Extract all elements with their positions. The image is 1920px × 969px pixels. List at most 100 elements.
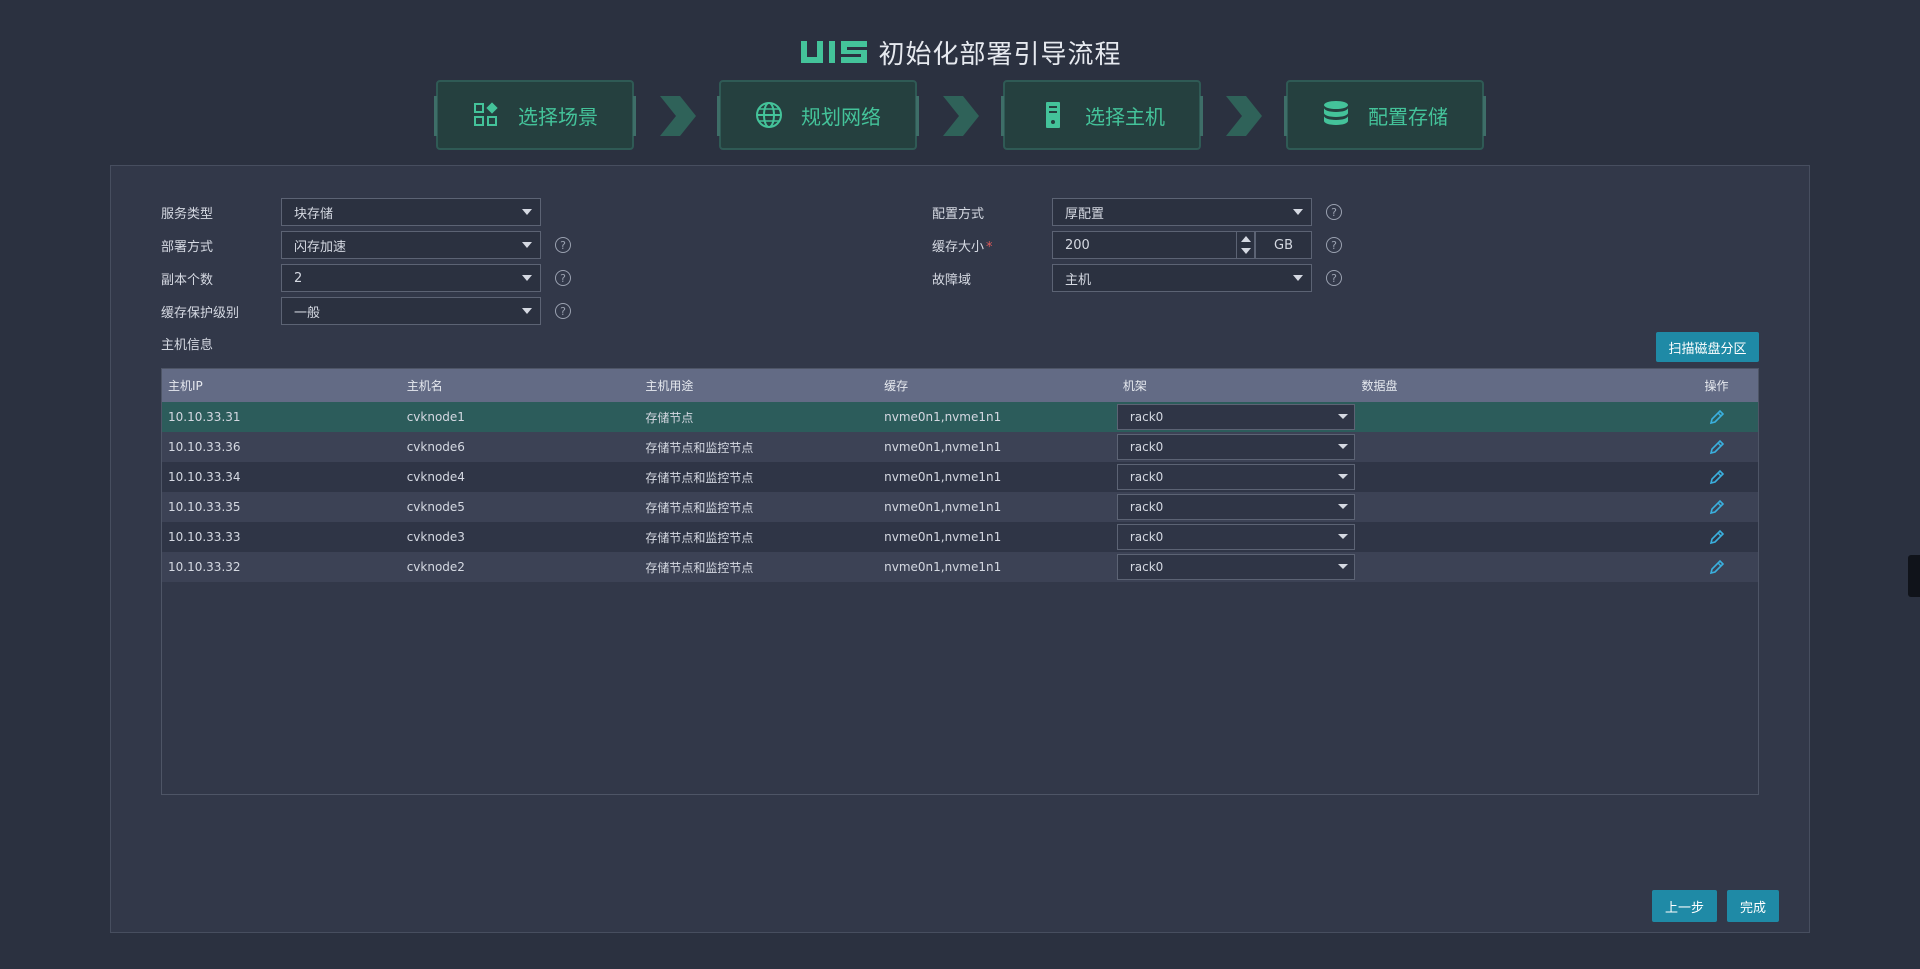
table-row[interactable]: 10.10.33.34 cvknode4 存储节点和监控节点 nvme0n1,n… xyxy=(162,462,1758,492)
host-ip: 10.10.33.31 xyxy=(168,410,241,424)
fault-domain-label: 故障域 xyxy=(932,272,972,288)
replica-count-value: 2 xyxy=(294,270,303,286)
config-mode-select[interactable]: 厚配置 xyxy=(1052,198,1312,226)
column-header: 主机用途 xyxy=(645,379,694,393)
deploy-mode-select[interactable]: 闪存加速 xyxy=(281,231,541,259)
chevron-down-icon xyxy=(1293,275,1303,281)
host-name: cvknode1 xyxy=(406,410,465,424)
rack-select[interactable]: rack0 xyxy=(1116,404,1355,430)
edit-icon[interactable] xyxy=(1708,468,1726,486)
cache-size-stepper[interactable] xyxy=(1236,232,1254,258)
host-cache: nvme0n1,nvme1n1 xyxy=(884,470,1002,484)
cache-protect-label: 缓存保护级别 xyxy=(161,305,240,321)
help-icon[interactable]: ? xyxy=(1326,270,1342,286)
rack-select[interactable]: rack0 xyxy=(1116,524,1355,550)
chevron-down-icon xyxy=(522,242,532,248)
cache-protect-value: 一般 xyxy=(294,305,321,321)
host-name: cvknode4 xyxy=(406,470,465,484)
fault-domain-select[interactable]: 主机 xyxy=(1052,264,1312,292)
chevron-down-icon xyxy=(1337,414,1348,419)
step-arrow-icon xyxy=(1226,96,1262,136)
rack-select[interactable]: rack0 xyxy=(1116,554,1355,580)
host-cache: nvme0n1,nvme1n1 xyxy=(884,500,1002,514)
scene-icon xyxy=(472,101,500,129)
host-table: 主机IP 主机名 主机用途 缓存 机架 数据盘 操作 10.10.33.31 c… xyxy=(161,368,1759,795)
rack-value: rack0 xyxy=(1129,440,1164,454)
config-mode-row: 配置方式 厚配置 ? xyxy=(932,198,1342,226)
cache-size-input[interactable]: 200 xyxy=(1052,231,1255,259)
edit-icon[interactable] xyxy=(1708,528,1726,546)
service-type-row: 服务类型 块存储 xyxy=(161,198,541,226)
cache-size-label-text: 缓存大小 xyxy=(932,239,985,255)
rack-select[interactable]: rack0 xyxy=(1116,494,1355,520)
config-panel: 服务类型 块存储 部署方式 闪存加速 ? 副本个数 2 ? 缓存保护级别 一般 … xyxy=(110,165,1810,933)
column-header: 缓存 xyxy=(884,379,909,393)
edit-icon[interactable] xyxy=(1708,498,1726,516)
rack-cell: rack0 xyxy=(1116,524,1356,550)
chevron-down-icon xyxy=(522,308,532,314)
host-name: cvknode5 xyxy=(406,500,465,514)
action-cell xyxy=(1675,468,1758,486)
edit-icon[interactable] xyxy=(1708,408,1726,426)
help-icon[interactable]: ? xyxy=(555,237,571,253)
config-mode-value: 厚配置 xyxy=(1065,206,1105,222)
replica-count-select[interactable]: 2 xyxy=(281,264,541,292)
step-plan-network[interactable]: 规划网络 xyxy=(717,80,919,150)
deploy-mode-value: 闪存加速 xyxy=(294,239,347,255)
increment-icon[interactable] xyxy=(1241,236,1251,242)
table-row[interactable]: 10.10.33.35 cvknode5 存储节点和监控节点 nvme0n1,n… xyxy=(162,492,1758,522)
rack-select[interactable]: rack0 xyxy=(1116,434,1355,460)
table-row[interactable]: 10.10.33.32 cvknode2 存储节点和监控节点 nvme0n1,n… xyxy=(162,552,1758,582)
chevron-down-icon xyxy=(1337,564,1348,569)
host-ip: 10.10.33.34 xyxy=(168,470,241,484)
host-cache: nvme0n1,nvme1n1 xyxy=(884,530,1002,544)
edit-icon[interactable] xyxy=(1708,438,1726,456)
host-usage: 存储节点和监控节点 xyxy=(645,470,754,485)
rack-value: rack0 xyxy=(1129,410,1164,424)
step-arrow-icon xyxy=(660,96,696,136)
host-ip: 10.10.33.35 xyxy=(168,500,241,514)
action-cell xyxy=(1675,558,1758,576)
step-label: 选择场景 xyxy=(518,104,598,129)
step-config-storage[interactable]: 配置存储 xyxy=(1284,80,1486,150)
host-cache: nvme0n1,nvme1n1 xyxy=(884,410,1002,424)
table-row[interactable]: 10.10.33.33 cvknode3 存储节点和监控节点 nvme0n1,n… xyxy=(162,522,1758,552)
step-select-scene[interactable]: 选择场景 xyxy=(434,80,636,150)
edit-icon[interactable] xyxy=(1708,558,1726,576)
prev-button[interactable]: 上一步 xyxy=(1652,890,1717,922)
globe-icon xyxy=(755,101,783,129)
scan-disk-button[interactable]: 扫描磁盘分区 xyxy=(1656,332,1759,362)
config-mode-label: 配置方式 xyxy=(932,206,985,222)
step-select-host[interactable]: 选择主机 xyxy=(1001,80,1203,150)
column-header: 机架 xyxy=(1122,379,1147,393)
fault-domain-value: 主机 xyxy=(1065,272,1092,288)
help-icon[interactable]: ? xyxy=(1326,237,1342,253)
host-info-title: 主机信息 xyxy=(161,338,214,353)
service-type-select[interactable]: 块存储 xyxy=(281,198,541,226)
host-usage: 存储节点和监控节点 xyxy=(645,500,754,515)
decrement-icon[interactable] xyxy=(1241,248,1251,254)
deploy-mode-row: 部署方式 闪存加速 ? xyxy=(161,231,571,259)
rack-cell: rack0 xyxy=(1116,494,1356,520)
rack-select[interactable]: rack0 xyxy=(1116,464,1355,490)
host-ip: 10.10.33.32 xyxy=(168,560,241,574)
replica-count-row: 副本个数 2 ? xyxy=(161,264,571,292)
cache-protect-select[interactable]: 一般 xyxy=(281,297,541,325)
finish-button[interactable]: 完成 xyxy=(1727,890,1779,922)
host-ip: 10.10.33.36 xyxy=(168,440,241,454)
step-label: 规划网络 xyxy=(801,104,881,129)
help-icon[interactable]: ? xyxy=(555,303,571,319)
chevron-down-icon xyxy=(522,275,532,281)
help-icon[interactable]: ? xyxy=(555,270,571,286)
table-row[interactable]: 10.10.33.36 cvknode6 存储节点和监控节点 nvme0n1,n… xyxy=(162,432,1758,462)
table-row[interactable]: 10.10.33.31 cvknode1 存储节点 nvme0n1,nvme1n… xyxy=(162,402,1758,432)
table-header: 主机IP 主机名 主机用途 缓存 机架 数据盘 操作 xyxy=(162,369,1758,402)
side-panel-tab[interactable] xyxy=(1908,555,1920,597)
cache-size-unit: GB xyxy=(1255,231,1312,259)
step-label: 选择主机 xyxy=(1085,104,1165,129)
help-icon[interactable]: ? xyxy=(1326,204,1342,220)
deploy-mode-label: 部署方式 xyxy=(161,239,214,255)
replica-count-label: 副本个数 xyxy=(161,272,214,288)
fault-domain-row: 故障域 主机 ? xyxy=(932,264,1342,292)
action-cell xyxy=(1675,498,1758,516)
